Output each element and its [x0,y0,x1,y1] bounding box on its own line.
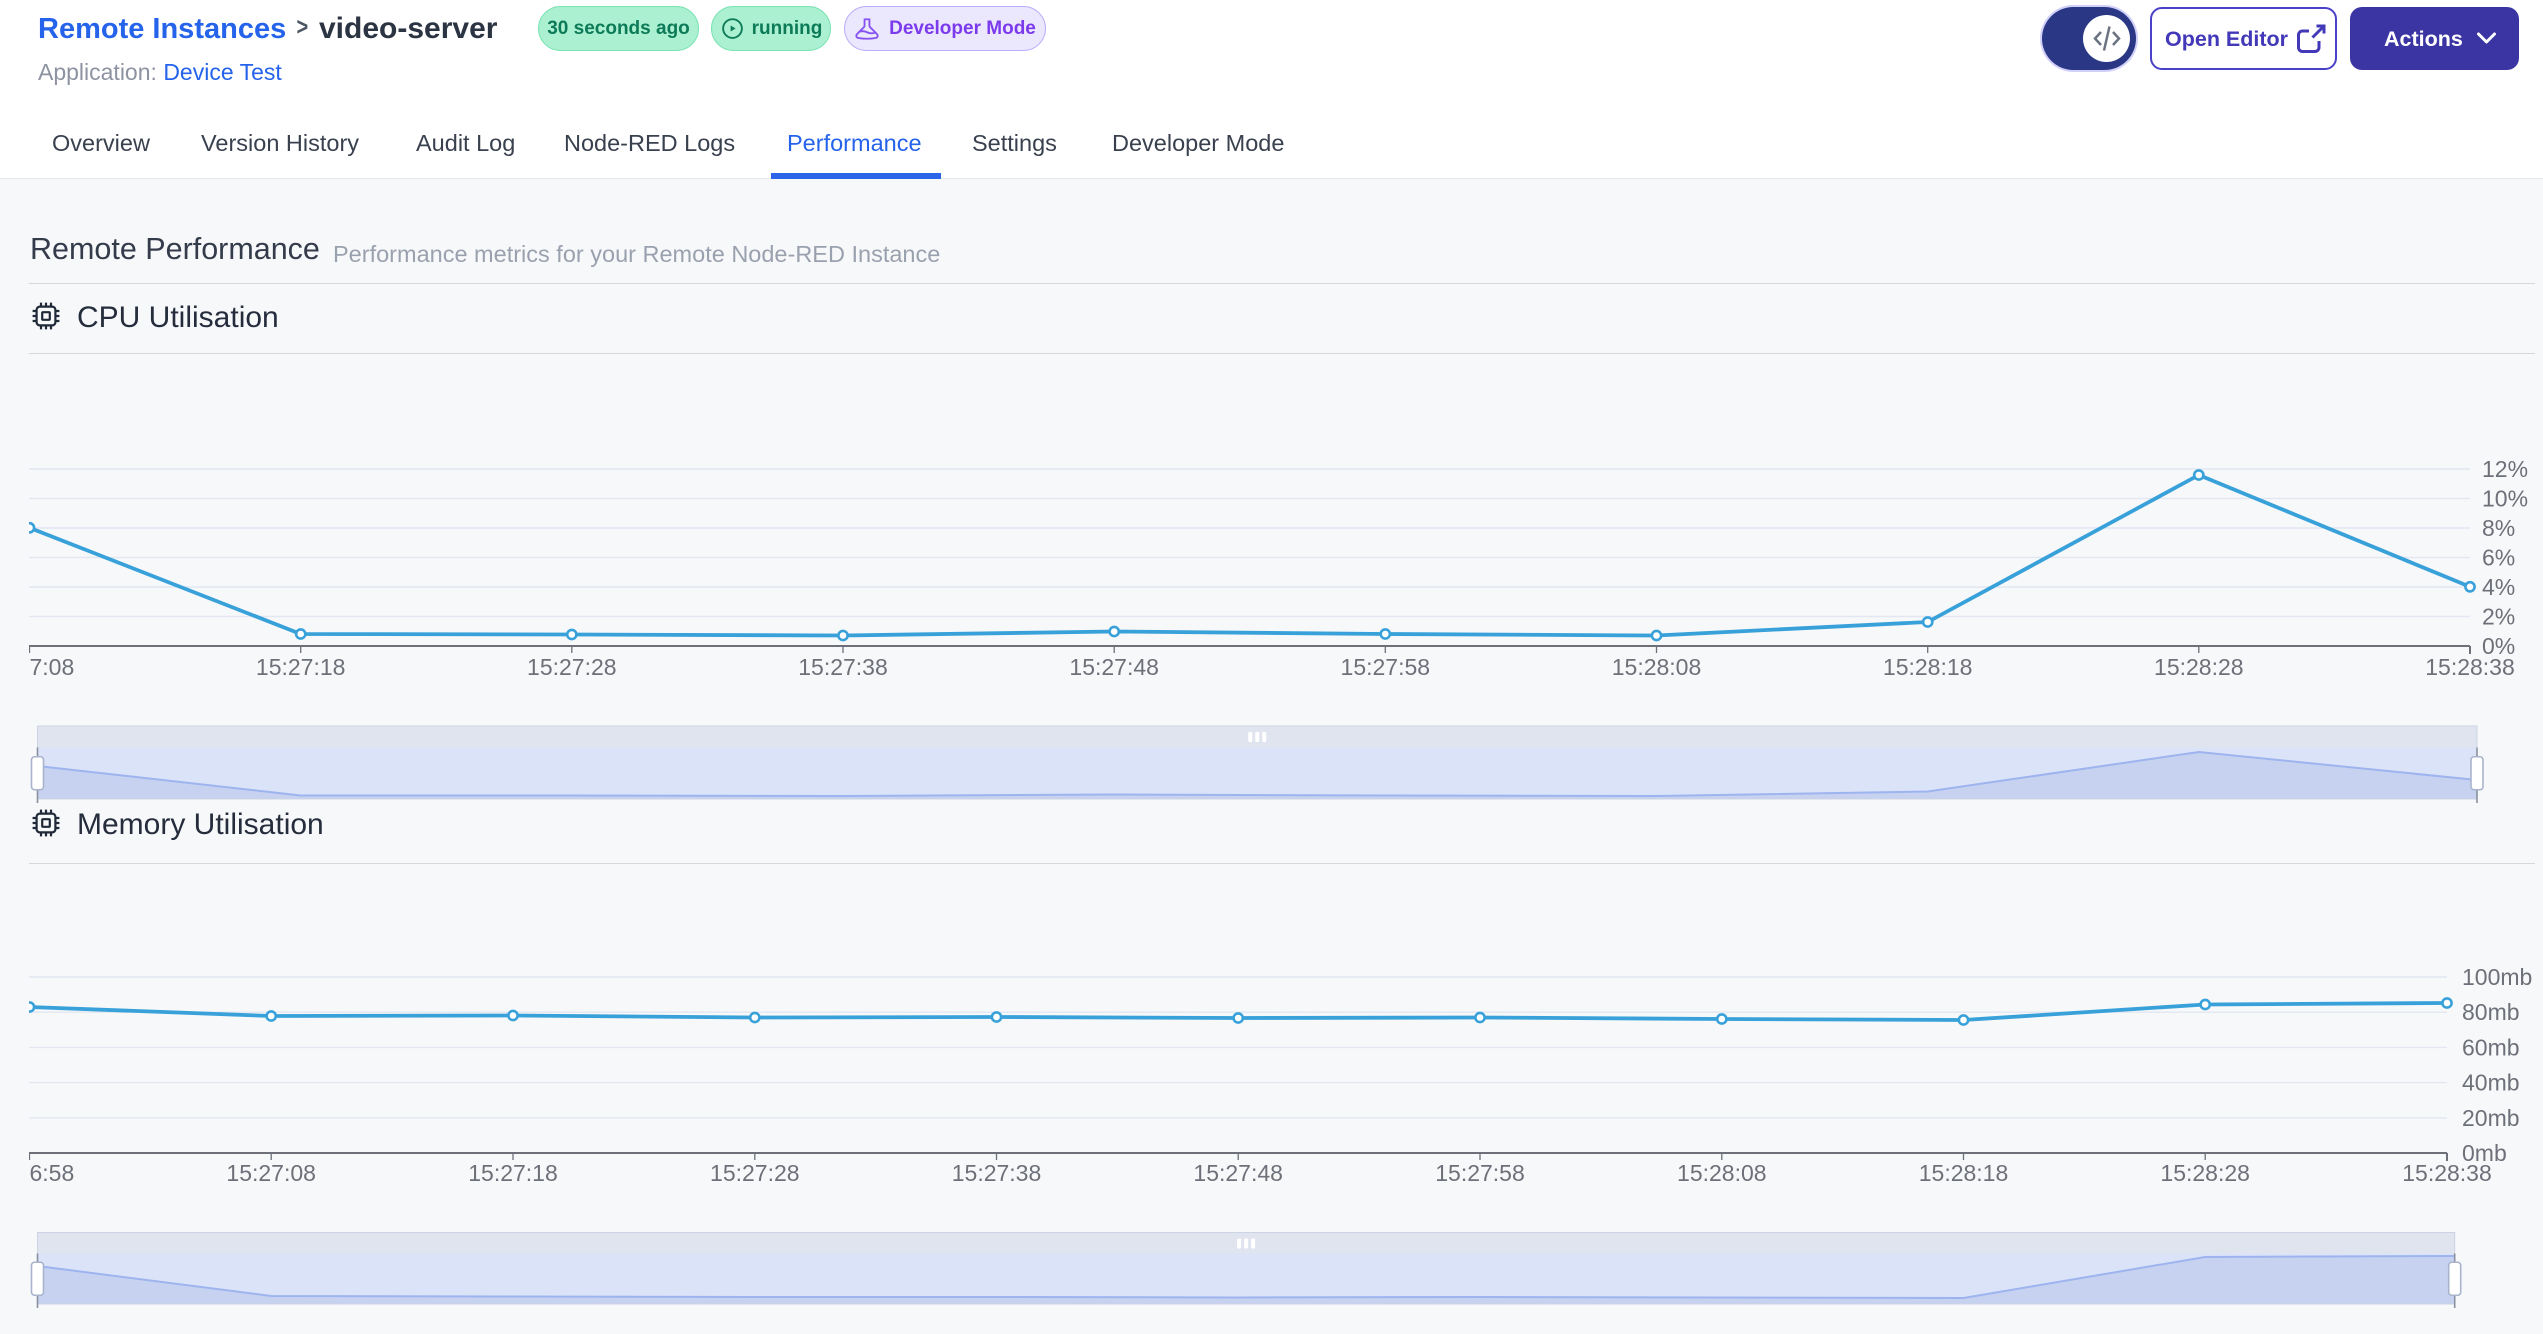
svg-text:6:58: 6:58 [30,1160,75,1186]
svg-text:80mb: 80mb [2462,999,2520,1025]
svg-text:15:27:48: 15:27:48 [1069,654,1159,680]
svg-text:15:28:28: 15:28:28 [2160,1160,2250,1186]
svg-text:2%: 2% [2482,604,2515,630]
svg-text:15:27:18: 15:27:18 [256,654,346,680]
svg-text:15:28:38: 15:28:38 [2402,1160,2492,1186]
svg-text:12%: 12% [2482,456,2528,482]
svg-text:15:27:38: 15:27:38 [798,654,888,680]
svg-text:15:27:58: 15:27:58 [1435,1160,1525,1186]
svg-text:15:27:58: 15:27:58 [1341,654,1431,680]
svg-text:15:27:08: 15:27:08 [226,1160,316,1186]
svg-text:15:27:28: 15:27:28 [710,1160,800,1186]
svg-text:60mb: 60mb [2462,1034,2520,1060]
svg-text:15:27:18: 15:27:18 [468,1160,558,1186]
svg-text:6%: 6% [2482,545,2515,571]
svg-text:15:28:38: 15:28:38 [2425,654,2515,680]
svg-text:15:27:28: 15:27:28 [527,654,617,680]
svg-text:15:27:48: 15:27:48 [1193,1160,1283,1186]
svg-text:15:28:08: 15:28:08 [1612,654,1702,680]
svg-text:15:28:18: 15:28:18 [1919,1160,2009,1186]
svg-text:15:28:28: 15:28:28 [2154,654,2244,680]
svg-text:40mb: 40mb [2462,1070,2520,1096]
svg-text:20mb: 20mb [2462,1105,2520,1131]
svg-text:8%: 8% [2482,515,2515,541]
svg-text:15:28:08: 15:28:08 [1677,1160,1767,1186]
svg-text:15:28:18: 15:28:18 [1883,654,1973,680]
svg-text:10%: 10% [2482,486,2528,512]
svg-text:15:27:38: 15:27:38 [952,1160,1042,1186]
svg-text:100mb: 100mb [2462,964,2532,990]
svg-text:4%: 4% [2482,574,2515,600]
svg-text:7:08: 7:08 [30,654,75,680]
